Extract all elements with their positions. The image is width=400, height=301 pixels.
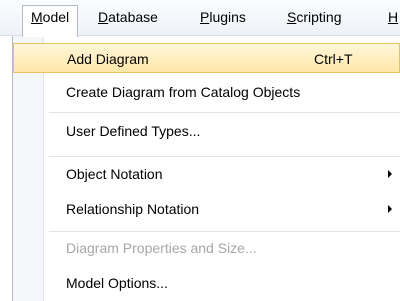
menu-model-mnemonic: M — [31, 9, 43, 25]
menu-item-label: User Defined Types... — [66, 123, 201, 139]
menu-plugins[interactable]: Plugins — [192, 5, 254, 29]
menu-item-label: Create Diagram from Catalog Objects — [66, 84, 301, 100]
menu-item-shortcut: Ctrl+T — [314, 51, 353, 67]
menu-separator — [49, 231, 400, 232]
menu-item-label: Model Options... — [66, 275, 168, 291]
menu-separator — [49, 156, 400, 157]
menu-scripting-label: cripting — [296, 9, 342, 25]
menu-item-label: Relationship Notation — [66, 201, 200, 217]
menu-item-create-diagram-from-catalog[interactable]: Create Diagram from Catalog Objects — [13, 77, 400, 107]
menu-model[interactable]: Model — [22, 5, 79, 37]
menu-database[interactable]: Database — [90, 5, 166, 29]
menu-scripting[interactable]: Scripting — [279, 5, 349, 29]
menu-item-label: Add Diagram — [67, 51, 149, 67]
menu-item-label: Object Notation — [66, 166, 163, 182]
menu-plugins-label: lugins — [209, 9, 246, 25]
menu-item-diagram-properties: Diagram Properties and Size... — [13, 233, 400, 263]
menu-help-mnemonic: H — [388, 9, 399, 25]
menu-database-label: atabase — [108, 9, 158, 25]
submenu-arrow-icon — [388, 205, 392, 213]
submenu-arrow-icon — [388, 170, 392, 178]
menu-item-user-defined-types[interactable]: User Defined Types... — [13, 116, 400, 146]
menu-item-add-diagram[interactable]: Add Diagram Ctrl+T — [13, 43, 400, 73]
menu-item-object-notation[interactable]: Object Notation — [13, 159, 400, 189]
menu-item-model-options[interactable]: Model Options... — [13, 268, 400, 298]
model-dropdown-menu: Add Diagram Ctrl+T Create Diagram from C… — [12, 36, 400, 301]
menu-bar: Model Database Plugins Scripting H — [0, 0, 400, 37]
menu-item-label: Diagram Properties and Size... — [66, 240, 257, 256]
menu-plugins-mnemonic: P — [200, 9, 210, 25]
menu-separator — [49, 112, 400, 113]
menu-model-label: odel — [42, 9, 70, 25]
menu-help[interactable]: H — [380, 5, 400, 29]
menu-database-mnemonic: D — [98, 9, 109, 25]
menu-item-relationship-notation[interactable]: Relationship Notation — [13, 194, 400, 224]
menu-scripting-mnemonic: S — [287, 9, 297, 25]
